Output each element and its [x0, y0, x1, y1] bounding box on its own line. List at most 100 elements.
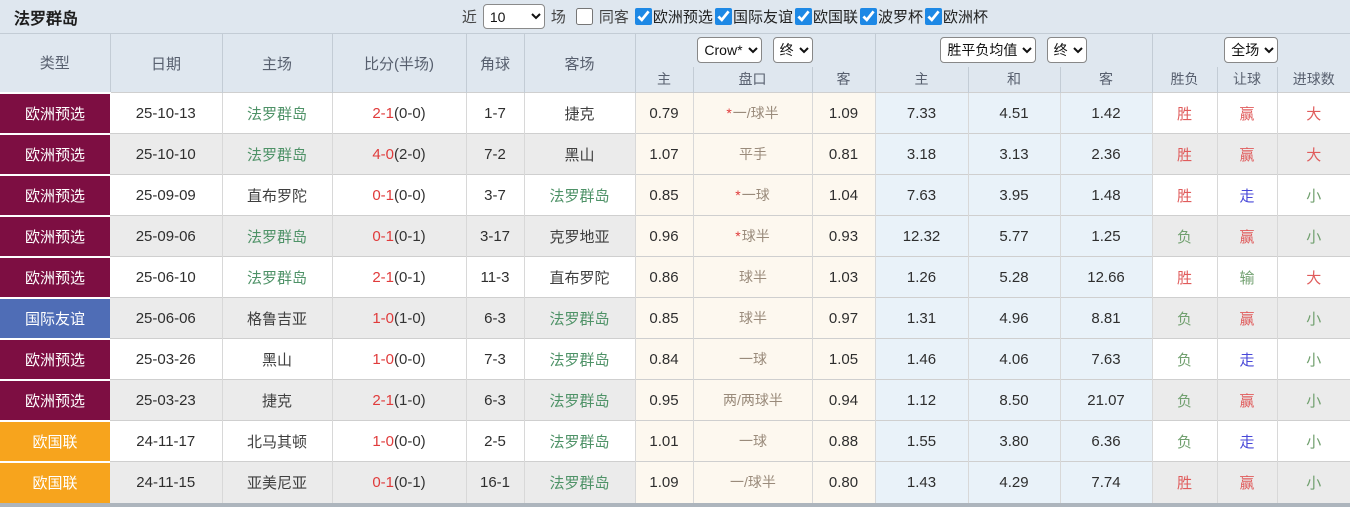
- corners-score: 2-5: [466, 420, 525, 462]
- same-away-label: 同客: [598, 9, 629, 26]
- subheader-result-wdl: 胜负: [1152, 66, 1218, 93]
- home-team[interactable]: 北马其顿: [222, 420, 333, 462]
- result-handicap-cover: 赢: [1217, 461, 1278, 503]
- europe-away-odds: 1.48: [1060, 174, 1153, 216]
- match-date: 25-06-06: [110, 297, 223, 339]
- handicap-text: 一球: [739, 433, 767, 449]
- competition-type-badge: 欧洲预选: [0, 214, 110, 257]
- result-handicap-cover: 输: [1217, 256, 1278, 298]
- recent-count-select[interactable]: 10: [482, 4, 545, 29]
- competition-type-badge: 欧洲预选: [0, 337, 110, 380]
- score-cell: 2-1(0-1): [332, 256, 467, 298]
- score-cell: 2-1(0-0): [332, 92, 467, 134]
- handicap-away-odds: 0.80: [812, 461, 876, 503]
- handicap-away-odds: 1.09: [812, 92, 876, 134]
- away-team[interactable]: 黑山: [524, 133, 636, 175]
- filter-checkbox-nations-league[interactable]: [794, 8, 812, 25]
- result-win-draw-loss: 负: [1152, 420, 1218, 462]
- filter-checkbox-euro-cup[interactable]: [924, 8, 942, 25]
- match-date: 25-03-23: [110, 379, 223, 421]
- col-header-corners: 角球: [466, 33, 525, 93]
- away-team[interactable]: 法罗群岛: [524, 338, 636, 380]
- handicap-text: 一球: [741, 187, 770, 203]
- full-time-score: 0-1: [372, 227, 394, 245]
- handicap-line: *一球: [693, 174, 813, 216]
- match-date: 25-10-10: [110, 133, 223, 175]
- handicap-text: 球半: [739, 310, 767, 326]
- result-win-draw-loss: 胜: [1152, 133, 1218, 175]
- handicap-text: 球半: [741, 228, 770, 244]
- corners-score: 3-17: [466, 215, 525, 257]
- europe-home-odds: 1.43: [875, 461, 969, 503]
- corners-score: 7-2: [466, 133, 525, 175]
- result-win-draw-loss: 胜: [1152, 461, 1218, 503]
- match-table-body: 欧洲预选 25-10-13 法罗群岛 2-1(0-0) 1-7 捷克 0.79 …: [0, 91, 1350, 503]
- europe-draw-odds: 3.80: [968, 420, 1061, 462]
- match-row: 欧洲预选 25-09-06 法罗群岛 0-1(0-1) 3-17 克罗地亚 0.…: [0, 214, 1350, 257]
- handicap-home-odds: 0.84: [635, 338, 694, 380]
- europe-group-header: 胜平负均值 终: [875, 33, 1153, 67]
- result-goals-over-under: 小: [1277, 420, 1350, 462]
- result-handicap-cover: 赢: [1217, 379, 1278, 421]
- filter-label: 波罗杯: [877, 9, 923, 26]
- europe-avg-select[interactable]: 胜平负均值: [940, 37, 1037, 64]
- handicap-away-odds: 0.94: [812, 379, 876, 421]
- filter-checkbox-baltic-cup[interactable]: [859, 8, 877, 25]
- europe-draw-odds: 5.77: [968, 215, 1061, 257]
- away-team[interactable]: 捷克: [524, 92, 636, 134]
- europe-home-odds: 1.46: [875, 338, 969, 380]
- home-team[interactable]: 直布罗陀: [222, 174, 333, 216]
- handicap-provider-select[interactable]: Crow*: [697, 37, 763, 64]
- home-team[interactable]: 法罗群岛: [222, 256, 333, 298]
- match-row: 欧洲预选 25-10-10 法罗群岛 4-0(2-0) 7-2 黑山 1.07 …: [0, 132, 1350, 175]
- europe-home-odds: 1.26: [875, 256, 969, 298]
- corners-score: 7-3: [466, 338, 525, 380]
- competition-type-badge: 欧国联: [0, 419, 110, 462]
- away-team[interactable]: 克罗地亚: [524, 215, 636, 257]
- handicap-line: 一/球半: [693, 461, 813, 503]
- result-handicap-cover: 赢: [1217, 92, 1278, 134]
- competition-type-badge: 欧洲预选: [0, 132, 110, 175]
- away-team[interactable]: 法罗群岛: [524, 379, 636, 421]
- competition-type-badge: 欧国联: [0, 460, 110, 503]
- filter-label: 国际友谊: [732, 9, 793, 26]
- handicap-line: 一球: [693, 420, 813, 462]
- home-team[interactable]: 法罗群岛: [222, 133, 333, 175]
- competition-type-badge: 国际友谊: [0, 296, 110, 339]
- subheader-europe-away: 客: [1060, 66, 1153, 93]
- away-team[interactable]: 法罗群岛: [524, 297, 636, 339]
- filter-controls: 近 10 场 同客 欧洲预选 国际友谊 欧国联 波罗杯 欧洲杯: [458, 4, 988, 29]
- match-row: 欧洲预选 25-06-10 法罗群岛 2-1(0-1) 11-3 直布罗陀 0.…: [0, 255, 1350, 298]
- home-team[interactable]: 黑山: [222, 338, 333, 380]
- half-time-score: (0-0): [394, 350, 426, 368]
- same-away-checkbox[interactable]: [575, 8, 593, 25]
- home-team[interactable]: 法罗群岛: [222, 92, 333, 134]
- filter-checkbox-friendly[interactable]: [714, 8, 732, 25]
- result-goals-over-under: 小: [1277, 297, 1350, 339]
- col-header-away: 客场: [524, 33, 636, 93]
- europe-period-select[interactable]: 终: [1046, 37, 1087, 64]
- filter-label: 欧洲预选: [652, 9, 713, 26]
- home-team[interactable]: 格鲁吉亚: [222, 297, 333, 339]
- match-row: 欧洲预选 25-09-09 直布罗陀 0-1(0-0) 3-7 法罗群岛 0.8…: [0, 173, 1350, 216]
- handicap-line: 球半: [693, 256, 813, 298]
- matches-label: 场: [550, 9, 566, 26]
- away-team[interactable]: 法罗群岛: [524, 420, 636, 462]
- home-team[interactable]: 捷克: [222, 379, 333, 421]
- away-team[interactable]: 法罗群岛: [524, 174, 636, 216]
- home-team[interactable]: 法罗群岛: [222, 215, 333, 257]
- europe-away-odds: 12.66: [1060, 256, 1153, 298]
- full-time-score: 1-0: [372, 432, 394, 450]
- handicap-period-select[interactable]: 终: [772, 37, 813, 64]
- home-team[interactable]: 亚美尼亚: [222, 461, 333, 503]
- filter-checkbox-euro-qualifier[interactable]: [634, 8, 652, 25]
- away-team[interactable]: 直布罗陀: [524, 256, 636, 298]
- europe-draw-odds: 3.13: [968, 133, 1061, 175]
- result-scope-select[interactable]: 全场: [1224, 37, 1279, 64]
- score-cell: 1-0(1-0): [332, 297, 467, 339]
- result-win-draw-loss: 负: [1152, 297, 1218, 339]
- corners-score: 6-3: [466, 297, 525, 339]
- handicap-star: *: [735, 187, 741, 203]
- away-team[interactable]: 法罗群岛: [524, 461, 636, 503]
- match-history-table: 类型 日期 主场 比分(半场) 角球 客场 Crow* 终 胜平负均值 终 全场…: [0, 33, 1350, 503]
